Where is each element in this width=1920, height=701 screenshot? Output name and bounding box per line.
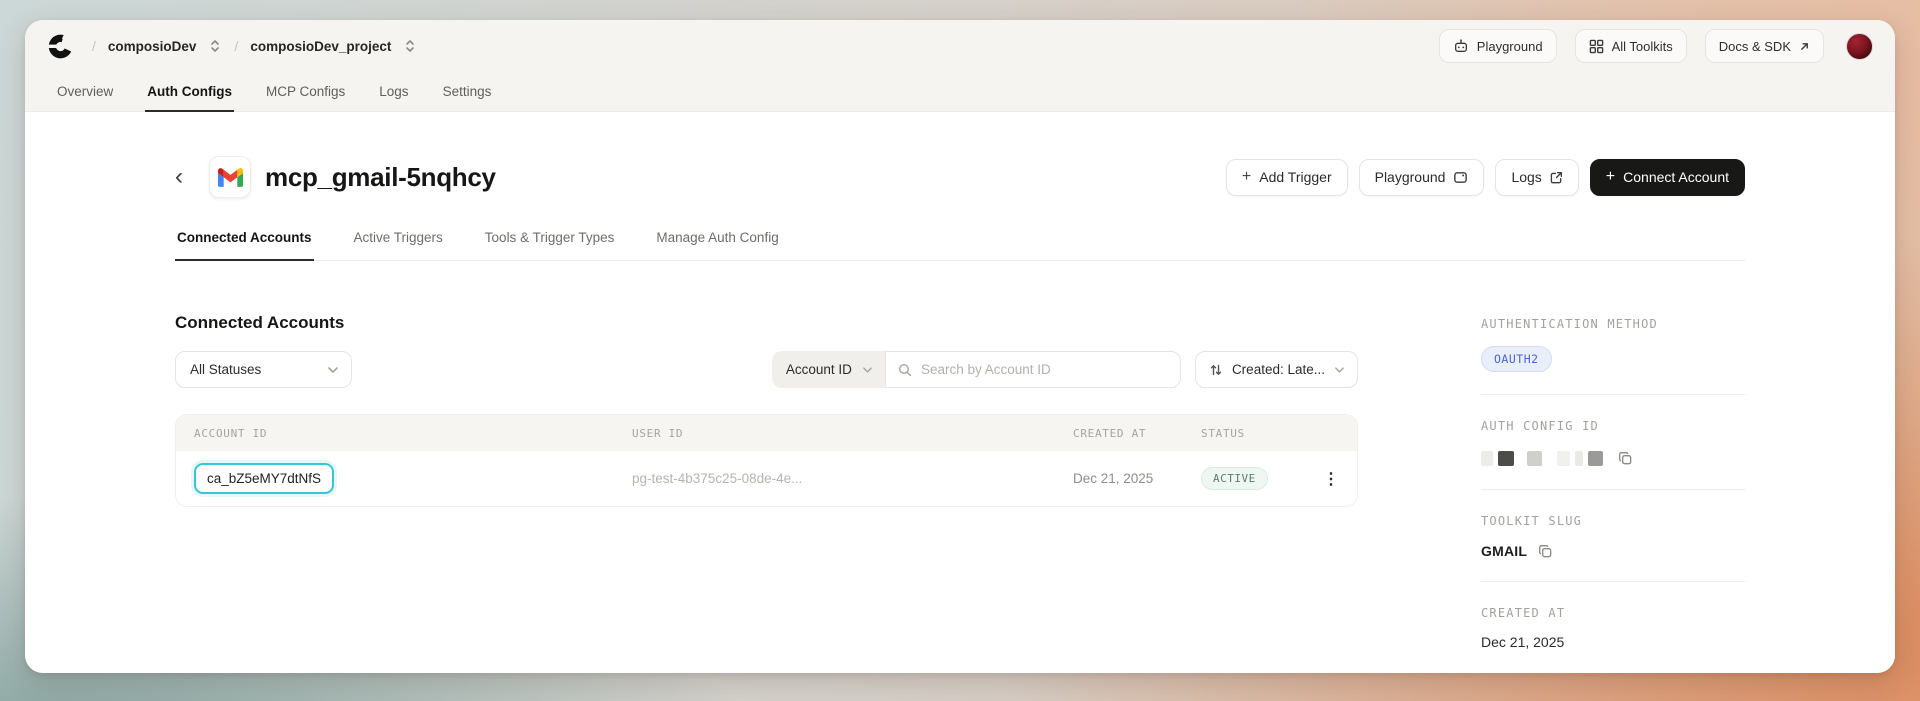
user-id-value: pg-test-4b375c25-08de-4e... bbox=[632, 471, 803, 486]
nav-tab-auth-configs[interactable]: Auth Configs bbox=[145, 74, 234, 112]
chevron-down-icon bbox=[862, 366, 873, 374]
nav-tab-mcp-configs[interactable]: MCP Configs bbox=[264, 74, 347, 112]
breadcrumb-separator: / bbox=[92, 38, 96, 54]
search-box bbox=[884, 351, 1181, 388]
search-icon bbox=[898, 363, 912, 377]
breadcrumb-separator: / bbox=[234, 38, 239, 54]
nav-tab-settings[interactable]: Settings bbox=[441, 74, 494, 112]
search-field-select[interactable]: Account ID bbox=[771, 351, 885, 388]
add-trigger-button[interactable]: + Add Trigger bbox=[1225, 158, 1348, 196]
plus-icon: + bbox=[1605, 168, 1616, 185]
toolkit-slug-value: GMAIL bbox=[1481, 543, 1528, 559]
all-toolkits-button-label: All Toolkits bbox=[1611, 38, 1673, 54]
open-logs-label: Logs bbox=[1511, 169, 1542, 185]
docs-sdk-button-label: Docs & SDK bbox=[1718, 38, 1791, 54]
main-content: ‹ mcp_gmail-5nqhcy + Add Trigger Playgro… bbox=[25, 112, 1895, 673]
copy-icon[interactable] bbox=[1538, 544, 1553, 559]
grid-icon bbox=[1589, 39, 1604, 54]
tab-active-triggers[interactable]: Active Triggers bbox=[352, 230, 445, 261]
row-menu-button[interactable]: ⋮ bbox=[1313, 469, 1339, 489]
search-input[interactable] bbox=[920, 362, 1168, 377]
connect-account-label: Connect Account bbox=[1623, 169, 1729, 185]
chevron-updown-icon[interactable] bbox=[208, 38, 222, 54]
connected-accounts-panel: Connected Accounts All Statuses Account … bbox=[175, 291, 1358, 507]
page-title-row: ‹ mcp_gmail-5nqhcy + Add Trigger Playgro… bbox=[175, 156, 1745, 198]
open-playground-label: Playground bbox=[1374, 169, 1446, 185]
created-at-section: CREATED AT Dec 21, 2025 bbox=[1481, 582, 1745, 672]
auth-method-section: AUTHENTICATION METHOD OAUTH2 bbox=[1481, 291, 1745, 395]
search-field-value: Account ID bbox=[785, 362, 852, 377]
playground-button-label: Playground bbox=[1476, 38, 1543, 54]
docs-sdk-button[interactable]: Docs & SDK bbox=[1704, 29, 1824, 63]
app-window: / composioDev / composioDev_project Play… bbox=[25, 20, 1895, 673]
details-sidebar: AUTHENTICATION METHOD OAUTH2 AUTH CONFIG… bbox=[1481, 291, 1745, 672]
breadcrumb-project[interactable]: composioDev_project bbox=[250, 39, 391, 54]
filters-row: All Statuses Account ID Search by Accoun… bbox=[175, 351, 1358, 388]
gmail-icon bbox=[209, 156, 251, 198]
composio-logo-icon bbox=[47, 34, 74, 58]
main-nav-tabs: Overview Auth Configs MCP Configs Logs S… bbox=[47, 72, 1873, 112]
section-heading: Connected Accounts bbox=[175, 313, 345, 332]
toolkit-slug-label: TOOLKIT SLUG bbox=[1481, 514, 1583, 528]
auth-config-id-redacted bbox=[1481, 450, 1745, 467]
chevron-updown-icon[interactable] bbox=[403, 38, 417, 54]
chevron-down-icon bbox=[327, 366, 339, 374]
column-header-created-at: CREATED AT bbox=[1073, 426, 1147, 440]
external-link-icon bbox=[1550, 171, 1563, 184]
copy-icon[interactable] bbox=[1618, 451, 1633, 466]
sort-select[interactable]: Created: Late... bbox=[1194, 351, 1358, 388]
bot-icon bbox=[1453, 38, 1469, 54]
table-header-row: ACCOUNT ID USER ID CREATED AT STATUS bbox=[176, 415, 1357, 451]
page-title: mcp_gmail-5nqhcy bbox=[265, 161, 496, 192]
column-header-status: STATUS bbox=[1201, 426, 1245, 440]
tab-manage-auth-config[interactable]: Manage Auth Config bbox=[654, 230, 780, 261]
column-header-account-id: ACCOUNT ID bbox=[194, 426, 268, 440]
sort-select-value: Created: Late... bbox=[1231, 362, 1325, 377]
tab-tools-trigger-types[interactable]: Tools & Trigger Types bbox=[483, 230, 617, 261]
auth-method-label: AUTHENTICATION METHOD bbox=[1481, 317, 1658, 331]
back-button[interactable]: ‹ bbox=[175, 165, 201, 189]
playground-button[interactable]: Playground bbox=[1438, 29, 1557, 63]
chevron-down-icon bbox=[1334, 366, 1345, 374]
nav-tab-overview[interactable]: Overview bbox=[55, 74, 115, 112]
auth-method-badge: OAUTH2 bbox=[1481, 346, 1552, 372]
user-avatar[interactable] bbox=[1846, 32, 1873, 60]
status-filter-select[interactable]: All Statuses bbox=[175, 351, 352, 388]
status-filter-value: All Statuses bbox=[190, 362, 262, 377]
open-playground-button[interactable]: Playground bbox=[1358, 158, 1485, 196]
sidebar-created-at-label: CREATED AT bbox=[1481, 606, 1566, 620]
accounts-table: ACCOUNT ID USER ID CREATED AT STATUS ca_… bbox=[175, 414, 1358, 507]
bot-window-icon bbox=[1453, 170, 1468, 185]
created-at-value: Dec 21, 2025 bbox=[1073, 471, 1154, 486]
sidebar-created-at-value: Dec 21, 2025 bbox=[1481, 634, 1565, 650]
all-toolkits-button[interactable]: All Toolkits bbox=[1574, 29, 1687, 63]
auth-config-id-section: AUTH CONFIG ID bbox=[1481, 395, 1745, 490]
status-badge: ACTIVE bbox=[1201, 467, 1268, 490]
detail-tabs: Connected Accounts Active Triggers Tools… bbox=[175, 230, 1745, 261]
tab-connected-accounts[interactable]: Connected Accounts bbox=[175, 230, 314, 261]
breadcrumb-row: / composioDev / composioDev_project Play… bbox=[47, 20, 1873, 72]
breadcrumb-org[interactable]: composioDev bbox=[108, 39, 197, 54]
search-group: Account ID bbox=[771, 351, 1181, 388]
column-header-user-id: USER ID bbox=[632, 426, 684, 440]
add-trigger-label: Add Trigger bbox=[1259, 169, 1332, 185]
sort-arrows-icon bbox=[1209, 363, 1223, 377]
nav-tab-logs[interactable]: Logs bbox=[377, 74, 410, 112]
connect-account-button[interactable]: + Connect Account bbox=[1589, 158, 1745, 196]
plus-icon: + bbox=[1241, 168, 1252, 185]
table-row[interactable]: ca_bZ5eMY7dtNfS pg-test-4b375c25-08de-4e… bbox=[176, 451, 1357, 506]
open-logs-button[interactable]: Logs bbox=[1495, 158, 1579, 196]
toolkit-slug-section: TOOLKIT SLUG GMAIL bbox=[1481, 490, 1745, 582]
header-band: / composioDev / composioDev_project Play… bbox=[25, 20, 1895, 112]
account-id-value[interactable]: ca_bZ5eMY7dtNfS bbox=[194, 463, 335, 494]
arrow-up-right-icon bbox=[1799, 41, 1810, 52]
auth-config-id-label: AUTH CONFIG ID bbox=[1481, 419, 1599, 433]
